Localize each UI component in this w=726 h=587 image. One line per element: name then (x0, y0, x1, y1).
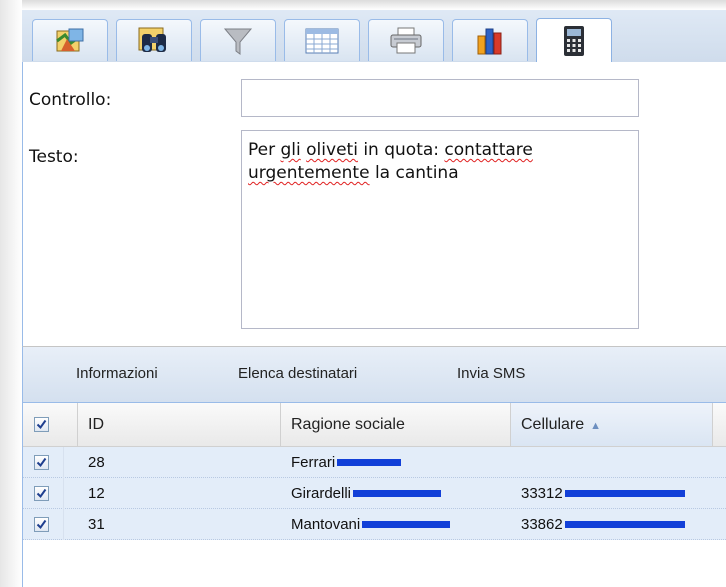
cell-name-text: Ferrari (291, 454, 336, 471)
cell-id: 12 (88, 485, 105, 502)
row-checkbox[interactable] (34, 455, 49, 470)
send-sms-button[interactable]: Invia SMS (457, 365, 525, 382)
redaction-bar (353, 489, 442, 497)
binoculars-icon (137, 26, 171, 56)
tab-print[interactable] (368, 19, 444, 61)
info-button[interactable]: Informazioni (76, 365, 158, 382)
text-word-misspelled: contattare (444, 140, 533, 160)
redaction-bar (564, 520, 685, 528)
map-layers-icon (55, 27, 85, 55)
table-row[interactable]: 31 Mantovani 33862 (23, 509, 726, 540)
filter-funnel-icon (223, 26, 253, 56)
table-grid-icon (305, 28, 339, 54)
message-textarea[interactable]: Per gli oliveti in quota: contattare urge… (241, 130, 639, 329)
window-shadow-top (0, 0, 726, 10)
window-shadow-left (0, 0, 22, 587)
tab-table[interactable] (284, 19, 360, 61)
text-word-misspelled: gli (280, 140, 301, 160)
table-row[interactable]: 28 Ferrari (23, 447, 726, 478)
cell-name: Girardelli (291, 478, 442, 509)
tab-strip (22, 10, 726, 63)
row-checkbox[interactable] (34, 517, 49, 532)
message-form: Controllo: Testo: Per gli oliveti in quo… (22, 62, 726, 347)
grid-header: ID Ragione sociale Cellulare ▲ (23, 403, 726, 447)
recipients-grid: ID Ragione sociale Cellulare ▲ 28 Ferrari… (22, 403, 726, 587)
text-word-misspelled: urgentemente (248, 163, 370, 183)
select-all-checkbox[interactable] (34, 417, 49, 432)
cell-name-text: Mantovani (291, 516, 361, 533)
cell-phone-text: 33312 (521, 485, 563, 502)
control-input[interactable] (241, 79, 639, 117)
table-row[interactable]: 12 Girardelli 33312 (23, 478, 726, 509)
tab-search[interactable] (116, 19, 192, 61)
cell-name: Ferrari (291, 447, 402, 478)
calculator-phone-icon (562, 25, 586, 57)
cell-name: Mantovani (291, 509, 451, 540)
row-separator (63, 478, 64, 509)
tab-filter[interactable] (200, 19, 276, 61)
text-word: Per (248, 140, 276, 160)
bar-chart-icon (475, 26, 505, 56)
tab-chart[interactable] (452, 19, 528, 61)
column-header-phone-label: Cellulare (521, 416, 585, 433)
column-header-phone[interactable]: Cellulare ▲ (511, 403, 713, 446)
tab-sms[interactable] (536, 18, 612, 62)
column-header-name[interactable]: Ragione sociale (281, 403, 511, 446)
cell-phone-text: 33862 (521, 516, 563, 533)
cell-id: 31 (88, 516, 105, 533)
grid-toolbar: Informazioni Elenca destinatari Invia SM… (22, 347, 726, 403)
tab-map-layers[interactable] (32, 19, 108, 61)
column-header-id[interactable]: ID (78, 403, 281, 446)
text-word-misspelled: oliveti (306, 140, 358, 160)
sort-ascending-icon: ▲ (590, 420, 602, 432)
printer-icon (389, 27, 423, 55)
redaction-bar (362, 520, 451, 528)
control-label: Controllo: (29, 90, 112, 110)
list-recipients-button[interactable]: Elenca destinatari (238, 365, 357, 382)
select-all-header (23, 403, 78, 446)
row-separator (63, 447, 64, 478)
cell-phone: 33862 (521, 509, 685, 540)
sms-window: Controllo: Testo: Per gli oliveti in quo… (0, 0, 726, 587)
text-word: la cantina (374, 163, 459, 183)
redaction-bar (564, 489, 685, 497)
text-label: Testo: (29, 147, 79, 167)
redaction-bar (337, 458, 402, 466)
row-checkbox[interactable] (34, 486, 49, 501)
cell-name-text: Girardelli (291, 485, 352, 502)
text-word: in quota: (363, 140, 440, 160)
cell-phone: 33312 (521, 478, 685, 509)
row-separator (63, 509, 64, 540)
cell-id: 28 (88, 454, 105, 471)
